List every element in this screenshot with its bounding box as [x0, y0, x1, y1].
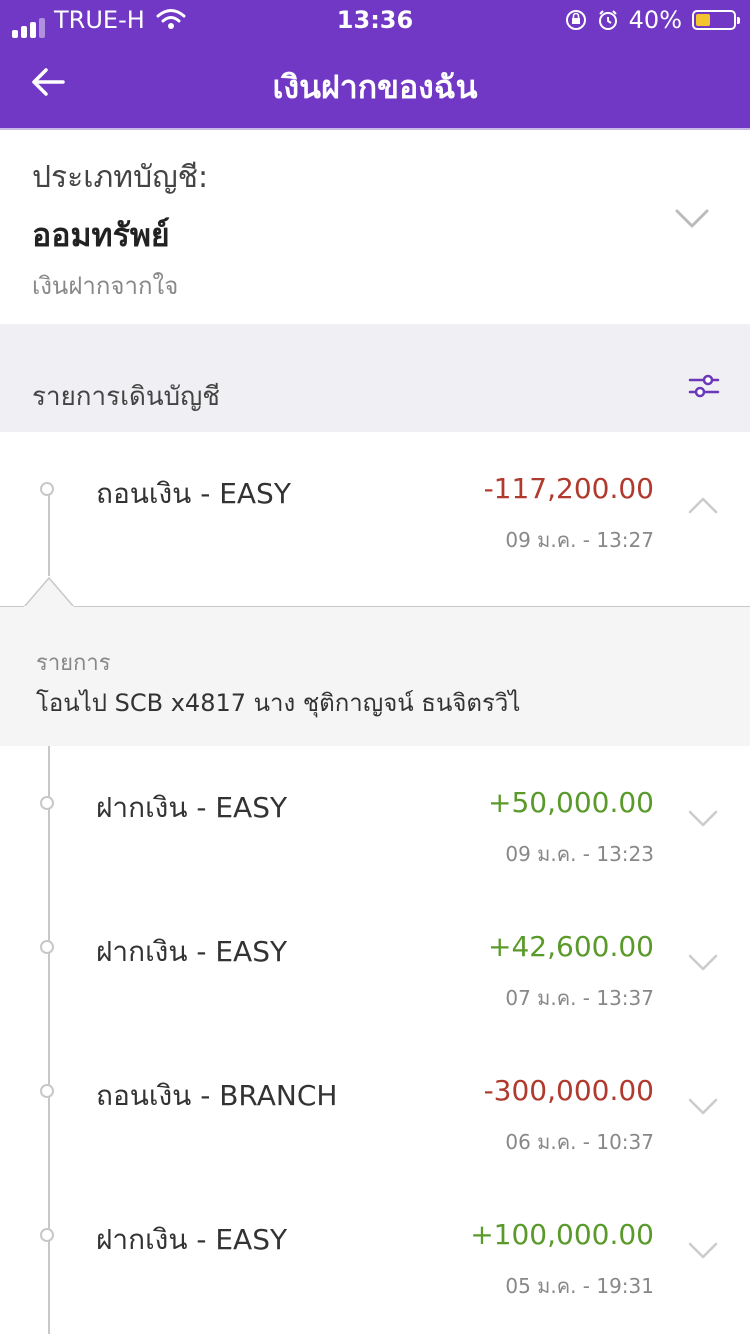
- account-type-label: ประเภทบัญชี:: [32, 160, 209, 195]
- account-nickname: เงินฝากจากใจ: [32, 272, 179, 300]
- chevron-down-icon[interactable]: [688, 1098, 718, 1116]
- transaction-row[interactable]: ถอนเงิน - EASY -117,200.00 09 ม.ค. - 13:…: [0, 432, 750, 576]
- chevron-down-icon[interactable]: [674, 208, 710, 230]
- timeline-dot: [40, 1084, 54, 1098]
- alarm-icon: [598, 10, 617, 30]
- status-bar: TRUE-H 13:36 40%: [0, 0, 750, 40]
- chevron-up-icon[interactable]: [688, 496, 718, 514]
- chevron-down-icon[interactable]: [688, 1242, 718, 1260]
- timeline-dot: [40, 1228, 54, 1242]
- transaction-row[interactable]: ถอนเงิน - BRANCH -300,000.00 06 ม.ค. - 1…: [0, 1034, 750, 1178]
- section-title: รายการเดินบัญชี: [32, 382, 220, 412]
- transaction-row[interactable]: ฝากเงิน - EASY +100,000.00 05 ม.ค. - 19:…: [0, 1178, 750, 1322]
- transactions-section-header: รายการเดินบัญชี: [0, 324, 750, 432]
- timeline-dot: [40, 796, 54, 810]
- transaction-title: ถอนเงิน - BRANCH: [96, 1079, 338, 1112]
- transaction-detail-panel: รายการ โอนไป SCB x4817 นาง ชุติกาญจน์ ธน…: [0, 606, 750, 746]
- account-type-value: ออมทรัพย์: [32, 216, 170, 254]
- battery-icon: [692, 10, 740, 30]
- orientation-lock-icon: [565, 10, 586, 30]
- status-right-group: 40%: [565, 6, 740, 34]
- transaction-amount: +50,000.00: [488, 786, 654, 819]
- detail-description: โอนไป SCB x4817 นาง ชุติกาญจน์ ธนจิตรวิไ: [36, 689, 521, 717]
- transaction-date: 05 ม.ค. - 19:31: [505, 1274, 654, 1298]
- filter-sliders-icon[interactable]: [688, 372, 720, 400]
- transaction-amount: +42,600.00: [488, 930, 654, 963]
- timeline-dot: [40, 482, 54, 496]
- transaction-amount: -117,200.00: [483, 472, 654, 505]
- page-title: เงินฝากของฉัน: [272, 68, 478, 106]
- transaction-date: 09 ม.ค. - 13:27: [505, 528, 654, 552]
- transaction-title: ฝากเงิน - EASY: [96, 1223, 288, 1256]
- transaction-date: 09 ม.ค. - 13:23: [505, 842, 654, 866]
- battery-percent: 40%: [628, 6, 682, 34]
- transaction-row[interactable]: ฝากเงิน - EASY +42,600.00 07 ม.ค. - 13:3…: [0, 890, 750, 1034]
- timeline-dot: [40, 940, 54, 954]
- transaction-title: ถอนเงิน - EASY: [96, 477, 291, 510]
- account-type-selector[interactable]: ประเภทบัญชี: ออมทรัพย์ เงินฝากจากใจ: [0, 128, 750, 324]
- detail-label: รายการ: [36, 651, 111, 676]
- transaction-date: 06 ม.ค. - 10:37: [505, 1130, 654, 1154]
- chevron-down-icon[interactable]: [688, 954, 718, 972]
- transaction-title: ฝากเงิน - EASY: [96, 791, 288, 824]
- transaction-amount: +100,000.00: [470, 1218, 654, 1251]
- top-bar: TRUE-H 13:36 40% เงินฝากของฉัน: [0, 0, 750, 128]
- transaction-amount: -300,000.00: [483, 1074, 654, 1107]
- detail-pointer: [24, 576, 74, 608]
- transaction-date: 07 ม.ค. - 13:37: [505, 986, 654, 1010]
- transaction-row[interactable]: ฝากเงิน - EASY +50,000.00 09 ม.ค. - 13:2…: [0, 746, 750, 890]
- transaction-title: ฝากเงิน - EASY: [96, 935, 288, 968]
- chevron-down-icon[interactable]: [688, 810, 718, 828]
